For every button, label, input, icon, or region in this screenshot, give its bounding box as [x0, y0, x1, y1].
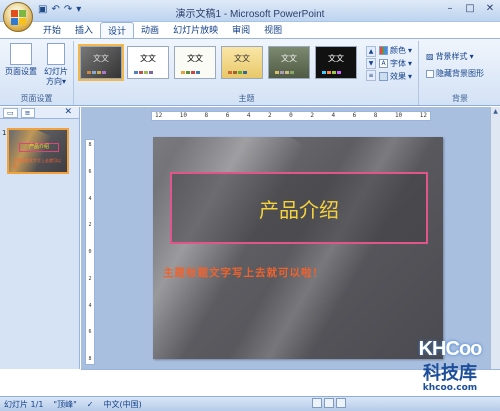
title-placeholder[interactable]: 产品介绍 — [170, 172, 428, 244]
slide-orientation-button[interactable]: 幻灯片 方向▾ — [39, 43, 73, 87]
vertical-scrollbar[interactable]: ▲ — [490, 107, 500, 369]
watermark: KHCoo 科技库 khcoo.com — [402, 338, 498, 410]
tab-review[interactable]: 审阅 — [225, 22, 257, 38]
background-group: ▨ 背景样式 ▾ 隐藏背景图形 背景 — [420, 41, 500, 105]
background-styles-button[interactable]: ▨ 背景样式 ▾ — [426, 51, 484, 62]
colors-icon — [379, 46, 388, 55]
background-group-label: 背景 — [452, 94, 468, 103]
slide-edit-area: 12 10 8 6 4 2 0 2 4 6 8 10 12 8 6 4 2 0 … — [81, 107, 500, 369]
fonts-icon: A — [379, 59, 388, 68]
page-setup-button[interactable]: 页面设置 — [4, 43, 38, 77]
close-panel-icon[interactable]: ✕ — [61, 107, 75, 118]
theme-thumb-5[interactable]: 文文 — [315, 46, 357, 79]
gallery-down-icon[interactable]: ▼ — [366, 58, 376, 69]
effects-icon — [379, 72, 388, 81]
tab-design[interactable]: 设计 — [100, 22, 135, 38]
themes-group-label: 主题 — [238, 94, 255, 103]
slide-sorter-icon[interactable] — [324, 398, 334, 408]
chevron-down-icon: ▾ — [61, 77, 66, 86]
theme-thumb-4[interactable]: 文文 — [268, 46, 310, 79]
tab-home[interactable]: 开始 — [36, 22, 68, 38]
tab-animation[interactable]: 动画 — [134, 22, 166, 38]
watermark-logo: KHCoo — [418, 338, 483, 360]
normal-view-icon[interactable] — [312, 398, 322, 408]
office-button[interactable] — [3, 2, 33, 32]
paint-icon: ▨ — [426, 52, 434, 61]
checkbox[interactable] — [426, 69, 434, 78]
theme-name: "顶峰" — [53, 399, 77, 409]
slides-panel: ▭ ≡ ✕ 1 产品介绍 主题标题文字写上去就可以啦！ — [0, 107, 80, 369]
watermark-chinese: 科技库 — [423, 363, 477, 384]
effects-button[interactable]: 效果 ▾ — [379, 71, 412, 82]
panel-tabs: ▭ ≡ ✕ — [0, 107, 79, 119]
theme-gallery-scroll: ▲ ▼ ≡ — [366, 46, 376, 81]
fonts-button[interactable]: A 字体 ▾ — [379, 58, 412, 69]
thumb-title: 产品介绍 — [19, 143, 59, 152]
slide-title[interactable]: 产品介绍 — [259, 194, 339, 223]
colors-button[interactable]: 颜色 ▾ — [379, 45, 412, 56]
themes-group: 文文 文文 文文 文文 文文 文文 ▲ ▼ ≡ 颜色 ▾ A 字体 ▾ 效果 ▾… — [75, 41, 419, 105]
slide-thumbnail[interactable]: 产品介绍 主题标题文字写上去就可以啦！ — [7, 128, 69, 174]
title-bar: ▣ ↶ ↷ ▾ 演示文稿1 - Microsoft PowerPoint – □… — [0, 0, 500, 22]
page-setup-group-label: 页面设置 — [20, 94, 53, 103]
language: 中文(中国) — [103, 399, 142, 409]
orientation-icon — [47, 43, 65, 65]
tab-slideshow[interactable]: 幻灯片放映 — [166, 22, 225, 38]
page-setup-group: 页面设置 幻灯片 方向▾ 页面设置 — [0, 41, 74, 105]
background-options: ▨ 背景样式 ▾ 隐藏背景图形 — [426, 51, 484, 79]
maximize-button[interactable]: □ — [464, 3, 476, 14]
gallery-up-icon[interactable]: ▲ — [366, 46, 376, 57]
outline-tab-icon[interactable]: ≡ — [20, 107, 35, 118]
watermark-url: khcoo.com — [422, 383, 478, 393]
spellcheck-icon[interactable]: ✓ — [87, 400, 94, 409]
theme-thumb-office[interactable]: 文文 — [127, 46, 169, 79]
gallery-more-icon[interactable]: ≡ — [366, 70, 376, 81]
theme-thumb-3[interactable]: 文文 — [221, 46, 263, 79]
tab-view[interactable]: 视图 — [257, 22, 289, 38]
tab-insert[interactable]: 插入 — [68, 22, 100, 38]
hide-background-checkbox[interactable]: 隐藏背景图形 — [426, 68, 484, 79]
slideshow-view-icon[interactable] — [336, 398, 346, 408]
theme-thumb-summit[interactable]: 文文 — [78, 44, 124, 81]
slide-subtitle[interactable]: 主题标题文字写上去就可以啦！ — [163, 265, 443, 280]
vertical-ruler: 8 6 4 2 0 2 4 6 8 — [85, 139, 95, 365]
ribbon-tabs: 开始 插入 设计 动画 幻灯片放映 审阅 视图 — [36, 22, 289, 38]
window-controls: – □ ✕ — [444, 3, 496, 14]
ribbon: 页面设置 幻灯片 方向▾ 页面设置 文文 文文 文文 文文 文文 文文 ▲ ▼ … — [0, 38, 500, 106]
window-title: 演示文稿1 - Microsoft PowerPoint — [175, 9, 325, 20]
theme-gallery: 文文 文文 文文 文文 文文 文文 — [78, 44, 357, 81]
scroll-up-icon[interactable]: ▲ — [491, 107, 500, 117]
thumb-subtitle: 主题标题文字写上去就可以啦！ — [13, 158, 61, 169]
horizontal-ruler: 12 10 8 6 4 2 0 2 4 6 8 10 12 — [151, 111, 431, 121]
minimize-button[interactable]: – — [444, 3, 456, 14]
slide-canvas[interactable]: 产品介绍 主题标题文字写上去就可以啦！ — [153, 137, 443, 359]
slide-number: 1 — [2, 129, 7, 137]
slides-tab-icon[interactable]: ▭ — [3, 107, 18, 118]
close-button[interactable]: ✕ — [484, 3, 496, 14]
theme-options: 颜色 ▾ A 字体 ▾ 效果 ▾ — [379, 45, 412, 82]
office-logo-icon — [11, 10, 26, 25]
theme-thumb-2[interactable]: 文文 — [174, 46, 216, 79]
page-setup-icon — [10, 43, 32, 65]
slide-count: 幻灯片 1/1 — [4, 399, 44, 409]
view-buttons — [312, 398, 346, 408]
